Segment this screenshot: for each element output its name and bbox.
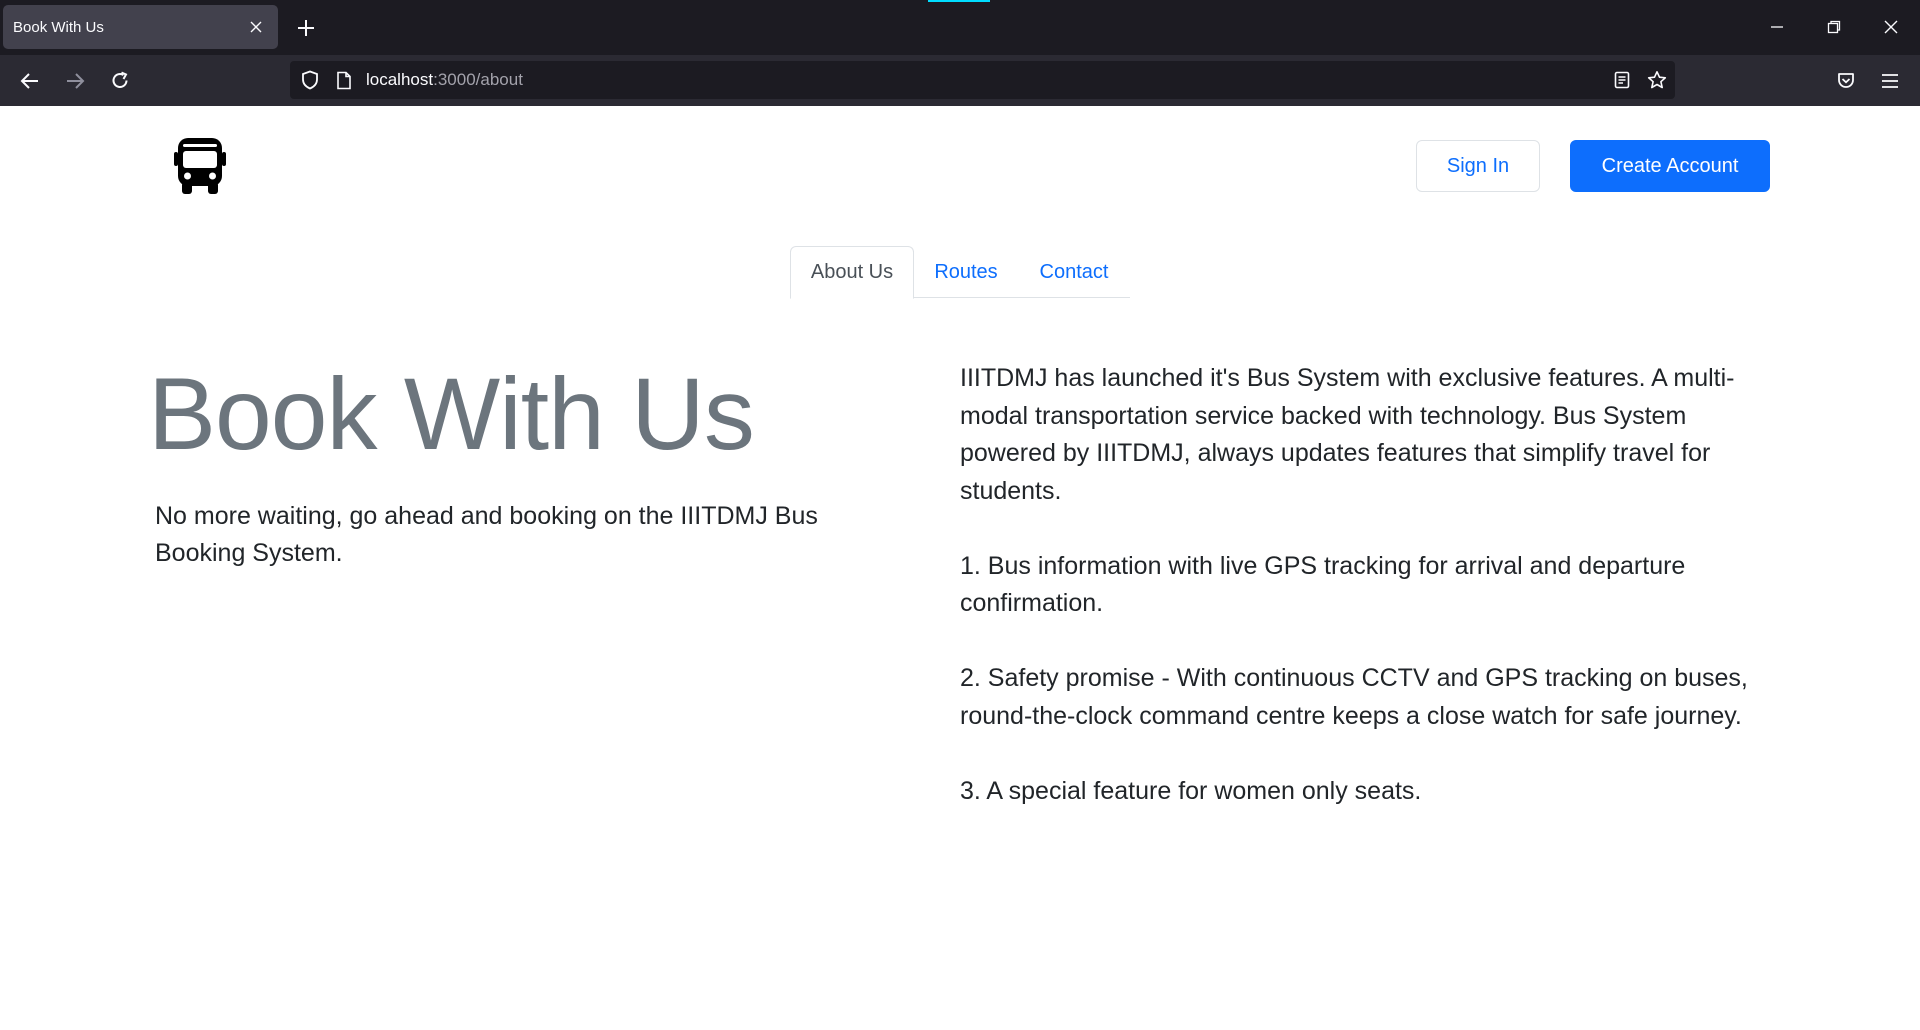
- hamburger-menu-icon: [1882, 74, 1898, 88]
- sign-in-button[interactable]: Sign In: [1416, 140, 1540, 192]
- minimize-icon: [1771, 26, 1783, 28]
- new-tab-button[interactable]: [290, 14, 322, 42]
- url-text: localhost:3000/about: [366, 70, 523, 90]
- address-bar[interactable]: localhost:3000/about: [290, 61, 1675, 99]
- page-content: Sign In Create Account About Us Routes C…: [0, 106, 1920, 1030]
- back-button[interactable]: [14, 65, 46, 97]
- tab-about-us[interactable]: About Us: [790, 246, 914, 299]
- pocket-icon: [1838, 73, 1854, 88]
- forward-button[interactable]: [59, 65, 91, 97]
- menu-button[interactable]: [1874, 65, 1906, 97]
- close-icon[interactable]: [244, 15, 268, 39]
- nav-tabs: About Us Routes Contact: [790, 246, 1130, 299]
- feature-item: 2. Safety promise - With continuous CCTV…: [960, 664, 1748, 730]
- browser-chrome: Book With Us localhost:3000/about: [0, 0, 1920, 106]
- browser-toolbar: localhost:3000/about: [0, 55, 1920, 106]
- tab-contact[interactable]: Contact: [1018, 246, 1130, 298]
- reader-view-icon[interactable]: [1612, 70, 1632, 90]
- hero-subtitle: No more waiting, go ahead and booking on…: [155, 502, 818, 567]
- feature-item: 3. A special feature for women only seat…: [960, 776, 1422, 805]
- browser-tab[interactable]: Book With Us: [3, 5, 278, 49]
- restore-button[interactable]: [1811, 12, 1857, 42]
- browser-tab-title: Book With Us: [13, 18, 104, 36]
- about-intro: IIITDMJ has launched it's Bus System wit…: [960, 364, 1735, 505]
- shield-icon[interactable]: [300, 70, 320, 90]
- plus-icon: [298, 20, 314, 36]
- bookmark-star-icon[interactable]: [1647, 70, 1667, 90]
- feature-item: 1. Bus information with live GPS trackin…: [960, 551, 1686, 618]
- arrow-left-icon: [20, 73, 38, 89]
- create-account-button[interactable]: Create Account: [1570, 140, 1770, 192]
- restore-icon: [1827, 20, 1841, 34]
- window-close-icon: [1884, 20, 1898, 34]
- hero-title: Book With Us: [148, 357, 755, 471]
- minimize-button[interactable]: [1754, 12, 1800, 42]
- bus-icon[interactable]: [168, 134, 232, 198]
- url-host: localhost: [366, 70, 434, 89]
- arrow-right-icon: [67, 73, 85, 89]
- about-description: IIITDMJ has launched it's Bus System wit…: [960, 360, 1760, 848]
- window-close-button[interactable]: [1868, 12, 1914, 42]
- pocket-button[interactable]: [1830, 65, 1862, 97]
- page-icon: [334, 70, 354, 90]
- tab-bar: Book With Us: [0, 0, 1920, 55]
- tab-accent-line: [928, 0, 990, 2]
- reload-icon: [112, 71, 128, 88]
- tab-routes[interactable]: Routes: [914, 246, 1018, 298]
- url-path: :3000/about: [433, 70, 523, 89]
- reload-button[interactable]: [104, 65, 136, 97]
